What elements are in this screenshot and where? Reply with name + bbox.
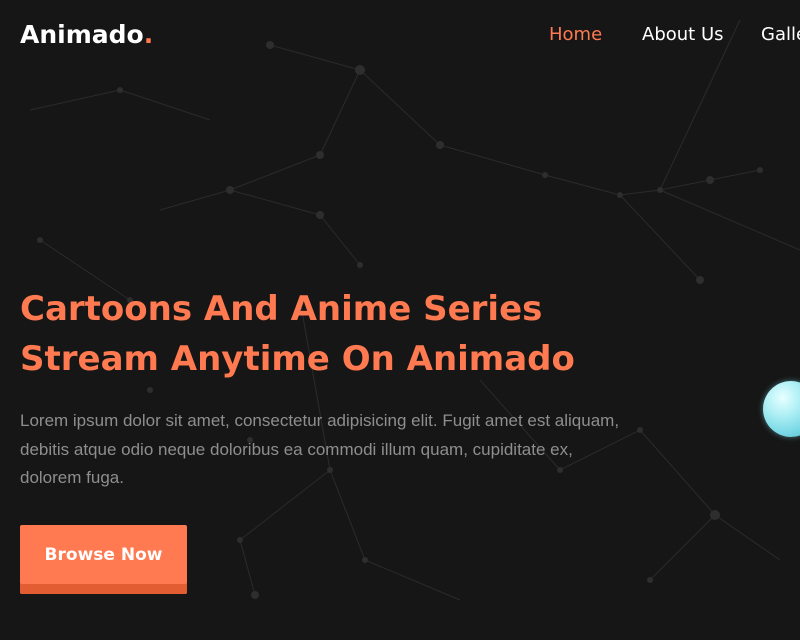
brand-dot: . (143, 20, 154, 49)
nav-link-home[interactable]: Home (549, 24, 602, 45)
browse-now-button[interactable]: Browse Now (20, 525, 187, 594)
nav-link-gallery[interactable]: Gallery (761, 24, 800, 45)
nav-link-about-us[interactable]: About Us (642, 24, 724, 45)
browse-now-label: Browse Now (44, 544, 163, 565)
hero-description: Lorem ipsum dolor sit amet, consectetur … (20, 411, 620, 487)
hero-title-line-2: Stream Anytime On Animado (20, 339, 575, 379)
brand-name: Animado (20, 20, 144, 49)
brand-logo[interactable]: Animado. (20, 20, 153, 49)
hero-page: Animado. Home About Us Gallery Cartoons … (0, 0, 800, 640)
hero-title: Cartoons And Anime Series Stream Anytime… (20, 284, 575, 384)
hero-title-line-1: Cartoons And Anime Series (20, 289, 543, 329)
